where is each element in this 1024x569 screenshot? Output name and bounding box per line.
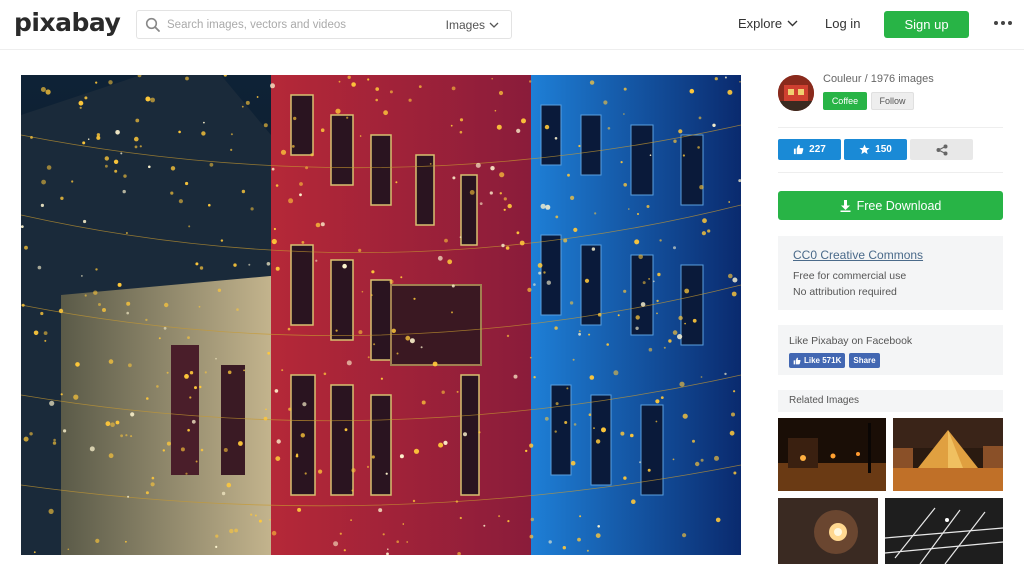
license-line-1: Free for commercial use: [793, 270, 907, 282]
search-scope-dropdown[interactable]: Images: [446, 18, 499, 32]
author-name-link[interactable]: Couleur: [823, 73, 862, 85]
related-thumbnail[interactable]: [885, 498, 1003, 564]
search-bar[interactable]: Images: [136, 10, 512, 39]
star-icon: [859, 144, 870, 155]
coffee-button[interactable]: Coffee: [823, 92, 867, 110]
related-images-heading: Related Images: [778, 390, 1003, 412]
thumbs-up-icon: [793, 357, 801, 364]
follow-button[interactable]: Follow: [871, 92, 914, 110]
download-label: Free Download: [856, 198, 942, 213]
share-button[interactable]: [910, 139, 973, 160]
facebook-share-button[interactable]: Share: [849, 353, 880, 368]
top-header: pixabay Images Explore Log in Sign up: [0, 0, 1024, 50]
license-link[interactable]: CC0 Creative Commons: [793, 248, 988, 262]
related-thumbnail[interactable]: [893, 418, 1003, 491]
explore-label: Explore: [738, 16, 783, 31]
login-link[interactable]: Log in: [825, 16, 860, 31]
explore-menu[interactable]: Explore: [738, 16, 798, 31]
like-count: 227: [809, 144, 826, 155]
chevron-down-icon: [489, 22, 499, 28]
download-icon: [840, 199, 851, 212]
chevron-down-icon: [787, 20, 798, 27]
related-thumbnail[interactable]: [778, 498, 878, 564]
signup-button[interactable]: Sign up: [884, 11, 969, 38]
facebook-box: Like Pixabay on Facebook Like 571K Share: [778, 325, 1003, 375]
divider: [778, 172, 1003, 173]
free-download-button[interactable]: Free Download: [778, 191, 1003, 220]
search-icon[interactable]: [145, 17, 161, 33]
main-photo[interactable]: [21, 75, 741, 555]
related-thumbnail[interactable]: [778, 418, 886, 491]
author-separator: /: [861, 73, 871, 85]
author-images-link[interactable]: 1976 images: [871, 73, 934, 85]
author-info: Couleur / 1976 images: [823, 73, 934, 85]
search-scope-label: Images: [445, 18, 485, 32]
search-input[interactable]: [167, 16, 447, 34]
share-icon: [936, 144, 947, 155]
facebook-like-label: Like 571K: [804, 356, 842, 365]
like-button[interactable]: 227: [778, 139, 841, 160]
favorite-button[interactable]: 150: [844, 139, 907, 160]
pixabay-logo[interactable]: pixabay: [14, 8, 121, 37]
favorite-count: 150: [875, 144, 892, 155]
divider: [778, 127, 1003, 128]
author-avatar[interactable]: [778, 75, 814, 111]
license-box: CC0 Creative Commons Free for commercial…: [778, 236, 1003, 310]
facebook-title: Like Pixabay on Facebook: [789, 335, 913, 347]
more-dots-icon[interactable]: [994, 21, 1012, 25]
facebook-like-button[interactable]: Like 571K: [789, 353, 846, 368]
photo-illustration: [21, 75, 741, 555]
license-line-2: No attribution required: [793, 286, 897, 298]
thumbs-up-icon: [794, 144, 804, 155]
